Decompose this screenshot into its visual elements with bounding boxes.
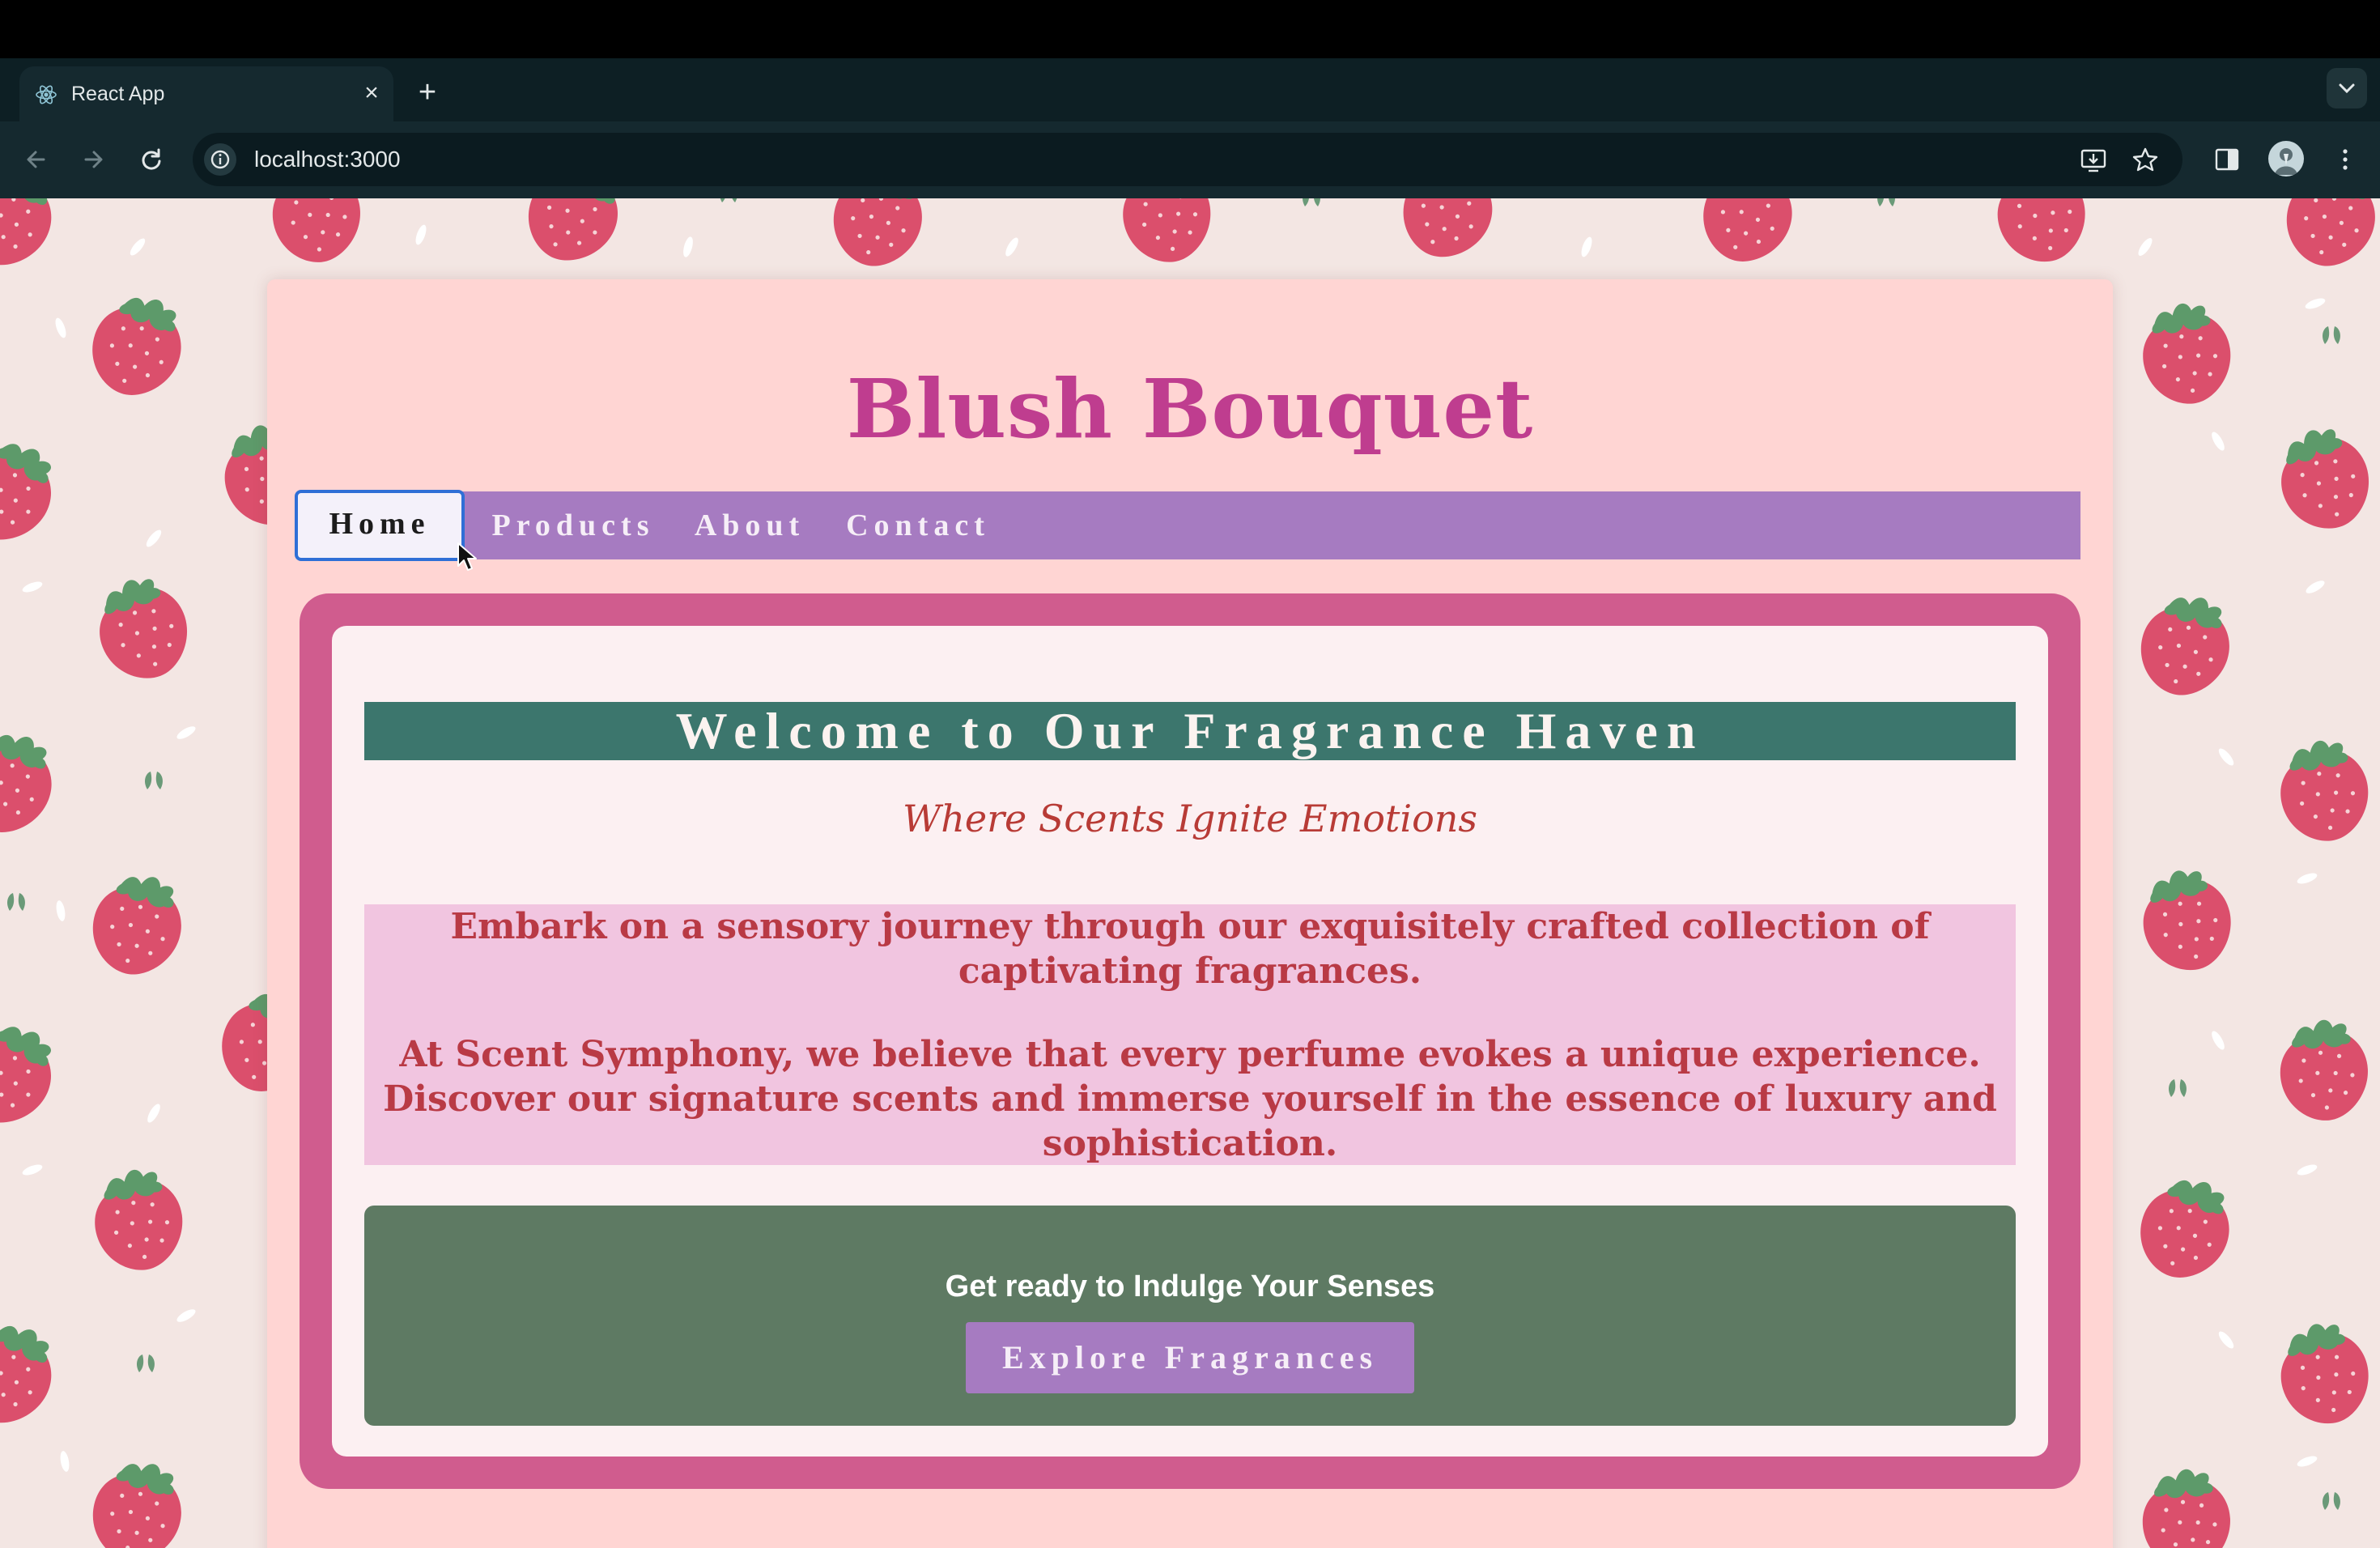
back-arrow-icon[interactable] (16, 139, 57, 180)
kebab-menu-icon[interactable] (2328, 142, 2362, 176)
bookmark-star-icon[interactable] (2129, 144, 2161, 176)
browser-tab[interactable]: React App × (19, 66, 393, 121)
app-container: Blush Bouquet Home Products About Contac… (267, 279, 2113, 1548)
nav-item-about[interactable]: About (688, 491, 811, 559)
browser-tab-strip: React App × + (0, 58, 2380, 121)
side-panel-icon[interactable] (2210, 142, 2244, 176)
react-favicon-icon (36, 85, 57, 104)
chevron-down-icon (2339, 83, 2355, 94)
new-tab-plus-icon[interactable]: + (411, 76, 444, 108)
close-tab-icon[interactable]: × (358, 79, 385, 107)
install-app-icon[interactable] (2077, 144, 2110, 176)
tagline: Where Scents Ignite Emotions (902, 797, 1478, 840)
site-title: Blush Bouquet (846, 361, 1534, 457)
nav-item-products[interactable]: Products (491, 491, 656, 559)
welcome-section: Welcome to Our Fragrance Haven Where Sce… (332, 626, 2048, 1457)
tab-search-button[interactable] (2327, 68, 2367, 108)
intro-text-box: Embark on a sensory journey through our … (364, 904, 2016, 1165)
cta-panel: Get ready to Indulge Your Senses Explore… (364, 1206, 2016, 1426)
nav-item-home[interactable]: Home (295, 490, 465, 561)
nav-item-contact[interactable]: Contact (844, 491, 992, 559)
welcome-heading: Welcome to Our Fragrance Haven (364, 702, 2016, 760)
main-navbar: Home Products About Contact (295, 490, 2080, 571)
profile-avatar[interactable] (2268, 141, 2304, 176)
reload-icon[interactable] (131, 139, 172, 180)
page-viewport: Blush Bouquet Home Products About Contac… (0, 198, 2380, 1548)
os-menu-bar (0, 0, 2380, 58)
browser-toolbar: localhost:3000 (0, 121, 2380, 198)
explore-fragrances-button[interactable]: Explore Fragrances (966, 1322, 1414, 1393)
forward-arrow-icon[interactable] (73, 139, 113, 180)
site-info-icon[interactable] (204, 143, 236, 176)
cta-heading: Get ready to Indulge Your Senses (945, 1269, 1435, 1303)
url-text[interactable]: localhost:3000 (254, 146, 401, 173)
intro-paragraph: Embark on a sensory journey through our … (450, 906, 1930, 992)
mouse-cursor-icon (457, 542, 477, 571)
intro-paragraph: At Scent Symphony, we believe that every… (383, 1034, 1997, 1164)
welcome-section-frame: Welcome to Our Fragrance Haven Where Sce… (300, 593, 2080, 1489)
address-bar[interactable]: localhost:3000 (193, 133, 2182, 186)
tab-title: React App (71, 83, 165, 105)
